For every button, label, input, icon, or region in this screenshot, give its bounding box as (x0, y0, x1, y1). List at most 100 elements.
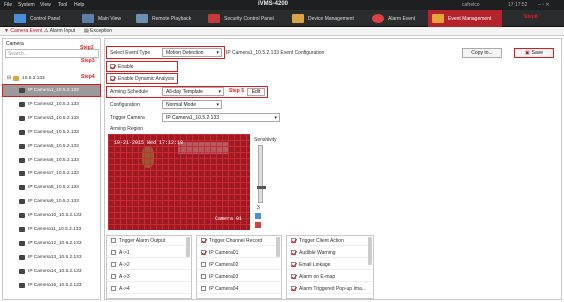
list-item[interactable]: IP Camera02 (197, 260, 281, 270)
step4-label: Step4 (81, 74, 95, 80)
device-icon (292, 14, 304, 23)
list-header[interactable]: Trigger Channel Record (197, 236, 281, 246)
enable-checkbox[interactable]: Enable (110, 64, 134, 70)
camera-item[interactable]: IP Camera5_10.5.2.133 (3, 141, 100, 152)
subtab-exception[interactable]: ▤ Exception (84, 28, 112, 34)
camera-item[interactable]: IP Camera8_10.5.2.133 (3, 182, 100, 193)
checkbox[interactable] (111, 250, 116, 255)
list-item[interactable]: Email Linkage (287, 260, 373, 270)
arming-schedule-select[interactable]: All-day Template ▾ (162, 87, 224, 96)
menu-file[interactable]: File (4, 2, 12, 8)
tab-remote-playback[interactable]: Remote Playback (136, 10, 198, 27)
camera-item[interactable]: IP Camera6_10.5.2.133 (3, 155, 100, 166)
slider-thumb[interactable] (257, 186, 266, 189)
tab-security-control-panel[interactable]: Security Control Panel (208, 10, 288, 27)
sensitivity-slider[interactable] (257, 145, 266, 203)
grid-icon (14, 14, 26, 23)
checkbox[interactable] (111, 262, 116, 267)
checkbox[interactable] (111, 238, 116, 243)
checkbox[interactable] (201, 262, 206, 267)
list-item[interactable]: Alarm on E-map (287, 272, 373, 282)
scrollbar[interactable] (186, 237, 190, 257)
menu-help[interactable]: Help (74, 2, 84, 8)
camera-item[interactable]: IP Camera14_10.5.2.133 (3, 266, 100, 277)
edit-button[interactable]: Edit (247, 88, 265, 96)
tab-main-view[interactable]: Main View (82, 10, 130, 27)
camera-icon (19, 254, 25, 260)
client-action-list: Trigger Client Action Audible Warning Em… (286, 235, 374, 299)
checkbox[interactable] (201, 286, 206, 291)
tab-control-panel[interactable]: Control Panel (14, 10, 74, 27)
checkbox[interactable] (111, 286, 116, 291)
tab-alarm-event[interactable]: Alarm Event (372, 10, 424, 27)
trigger-camera-select[interactable]: IP Camera1_10.5.2.133 ▾ (162, 113, 280, 122)
camera-item[interactable]: IP Camera11_10.5.2.133 (3, 224, 100, 235)
tab-device-management[interactable]: Device Management (292, 10, 366, 27)
checkbox[interactable] (201, 238, 206, 243)
checkbox[interactable] (201, 274, 206, 279)
chevron-down-icon: ▾ (274, 115, 277, 121)
checkbox[interactable] (291, 250, 296, 255)
list-item[interactable]: Audible Warning (287, 248, 373, 258)
clock: 17:17:52 (508, 2, 528, 8)
chevron-down-icon: ▾ (216, 102, 219, 108)
list-item[interactable]: A->4 (107, 284, 191, 294)
checkbox[interactable] (201, 250, 206, 255)
arming-region-video[interactable]: 10-21-2015 Wed 17:12:10 Camera 01 (108, 134, 250, 230)
list-item[interactable]: Alarm Triggered Pop-up Ima... (287, 284, 373, 294)
list-header[interactable]: Trigger Alarm Output (107, 236, 191, 246)
menu-tool[interactable]: Tool (58, 2, 67, 8)
configuration-select[interactable]: Normal Mode ▾ (162, 100, 222, 109)
arming-schedule-label: Arming Schedule (110, 89, 149, 95)
camera-item[interactable]: IP Camera4_10.5.2.133 (3, 127, 100, 138)
event-config-title: IP Camera1_10.5.2.133 Event Configuratio… (226, 50, 325, 56)
checkbox[interactable] (291, 286, 296, 291)
camera-label: Camera (6, 41, 24, 47)
camera-item[interactable]: IP Camera3_10.5.2.133 (3, 113, 100, 124)
camera-icon (19, 143, 25, 149)
save-icon: ▣ (524, 50, 530, 56)
menu-system[interactable]: System (18, 2, 35, 8)
checkbox[interactable] (110, 76, 115, 82)
checkbox[interactable] (291, 274, 296, 279)
scrollbar[interactable] (368, 237, 372, 265)
window-controls[interactable]: ‒ ▫ ✕ (538, 2, 550, 8)
subtab-camera-event[interactable]: ▼ Camera Event (4, 28, 42, 34)
checkbox[interactable] (291, 262, 296, 267)
camera-item[interactable]: IP Camera1_10.5.2.133 (2, 84, 101, 97)
draw-region-icon[interactable] (255, 213, 261, 219)
list-item[interactable]: A->3 (107, 272, 191, 282)
camera-item[interactable]: IP Camera2_10.5.2.133 (3, 99, 100, 110)
chevron-down-icon: ▾ (218, 89, 221, 95)
enable-dynamic-checkbox[interactable]: Enable Dynamic Analysis (110, 76, 174, 82)
scrollbar[interactable] (276, 237, 280, 257)
step2-highlight (106, 46, 225, 59)
shield-icon (208, 14, 220, 23)
list-item[interactable]: A->2 (107, 260, 191, 270)
list-item[interactable]: IP Camera03 (197, 272, 281, 282)
checkbox[interactable] (291, 238, 296, 243)
list-item[interactable]: IP Camera04 (197, 284, 281, 294)
user-name: cafrelco (462, 2, 480, 8)
tab-event-management[interactable]: Event Management (428, 10, 502, 27)
folder-icon (13, 76, 20, 81)
camera-item[interactable]: IP Camera10_10.5.2.133 (3, 210, 100, 221)
copy-to-button[interactable]: Copy to... (462, 48, 502, 58)
camera-item[interactable]: IP Camera13_10.5.2.133 (3, 252, 100, 263)
save-button[interactable]: ▣ Save (514, 48, 554, 58)
checkbox[interactable] (111, 274, 116, 279)
checkbox[interactable] (110, 64, 115, 70)
list-item[interactable]: A->1 (107, 248, 191, 258)
camera-icon (19, 115, 25, 121)
camera-item[interactable]: IP Camera7_10.5.2.133 (3, 168, 100, 179)
subtab-alarm-input[interactable]: ⚠ Alarm Input (44, 28, 75, 34)
clear-region-icon[interactable] (255, 222, 261, 228)
menu-view[interactable]: View (40, 2, 51, 8)
camera-item[interactable]: IP Camera15_10.5.2.133 (3, 280, 100, 291)
list-header[interactable]: Trigger Client Action (287, 236, 373, 246)
camera-item[interactable]: IP Camera12_10.5.2.133 (3, 238, 100, 249)
camera-item[interactable]: IP Camera9_10.5.2.133 (3, 196, 100, 207)
list-item[interactable]: IP Camera01 (197, 248, 281, 258)
camera-icon (19, 101, 25, 107)
step5-label: Step 5 (229, 88, 245, 94)
